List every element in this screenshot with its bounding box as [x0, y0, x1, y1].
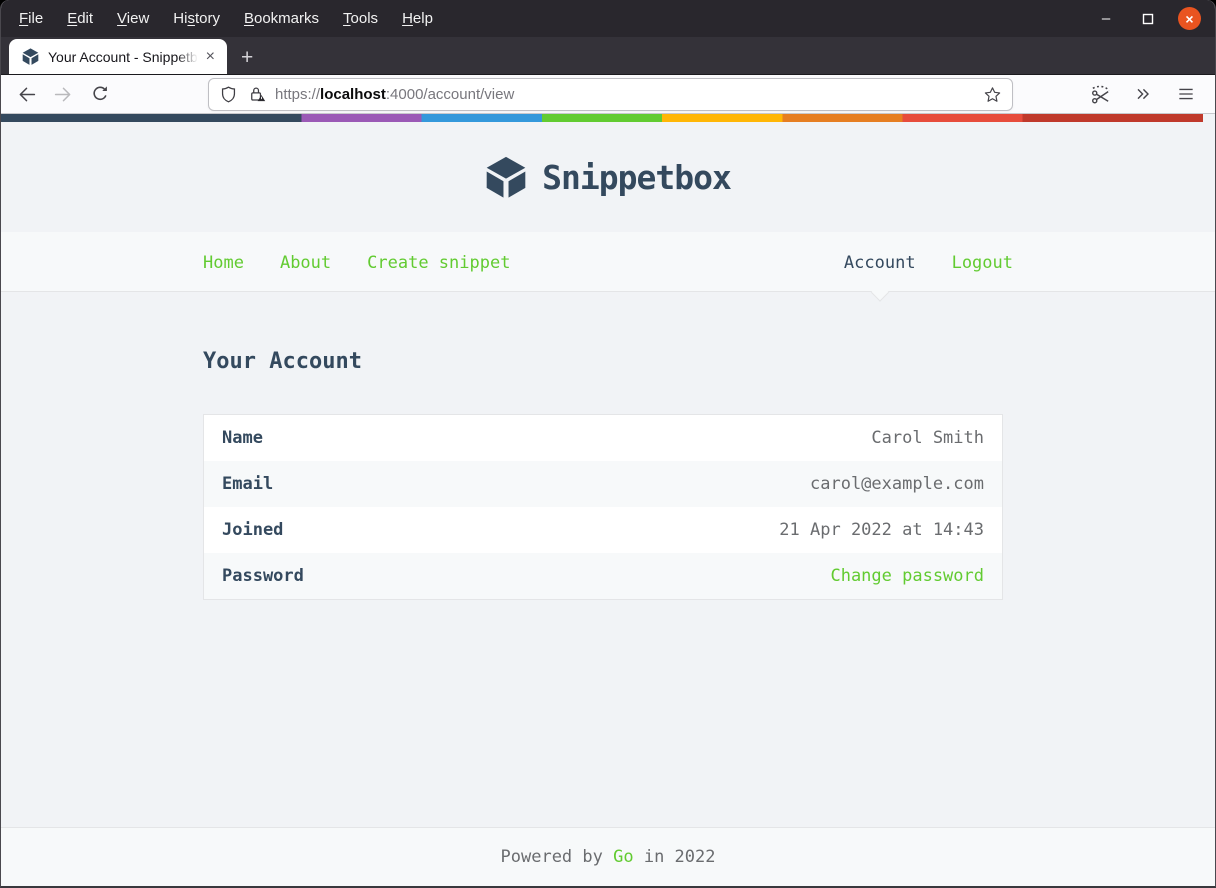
page-title: Your Account — [203, 349, 362, 374]
tab-your-account[interactable]: Your Account - Snippetbox × — [9, 39, 227, 74]
hamburger-menu-icon[interactable] — [1173, 79, 1199, 109]
table-row-name: Name Carol Smith — [204, 415, 1003, 462]
tracking-shield-icon[interactable] — [219, 85, 238, 104]
nav-left: Home About Create snippet — [203, 253, 546, 273]
forward-button[interactable] — [48, 79, 78, 109]
change-password-link[interactable]: Change password — [830, 566, 984, 586]
url-bar[interactable]: https://localhost:4000/account/view — [208, 77, 1013, 111]
overflow-chevron-icon[interactable] — [1130, 79, 1156, 109]
menu-tools[interactable]: Tools — [331, 6, 390, 31]
padlock-warning-icon[interactable] — [247, 85, 266, 104]
url-host: localhost — [320, 85, 386, 103]
nav-create-snippet-link[interactable]: Create snippet — [367, 253, 510, 273]
row-value: 21 Apr 2022 at 14:43 — [779, 520, 984, 540]
row-label: Name — [222, 428, 263, 448]
brand-title[interactable]: Snippetbox — [542, 158, 732, 197]
menubar: File Edit View History Bookmarks Tools H… — [1, 0, 1215, 37]
back-button[interactable] — [11, 79, 41, 109]
maximize-button[interactable] — [1136, 7, 1160, 31]
site-nav: Home About Create snippet Account Logout — [1, 232, 1215, 302]
nav-account-link[interactable]: Account — [844, 253, 916, 302]
menu-file[interactable]: File — [7, 6, 55, 31]
nav-right: Account Logout — [808, 253, 1013, 302]
nav-about-link[interactable]: About — [280, 253, 331, 273]
footer-text-prefix: Powered by — [500, 847, 614, 867]
tab-bar: Your Account - Snippetbox × + — [1, 37, 1215, 75]
main-content: Your Account Name Carol Smith Email caro… — [1, 292, 1215, 827]
browser-window: File Edit View History Bookmarks Tools H… — [0, 0, 1216, 888]
snippetbox-favicon-icon — [22, 48, 39, 65]
new-tab-button[interactable]: + — [241, 47, 253, 68]
nav-home-link[interactable]: Home — [203, 253, 244, 273]
row-label: Password — [222, 566, 304, 586]
reload-button[interactable] — [85, 79, 115, 109]
table-row-email: Email carol@example.com — [203, 461, 1003, 507]
minimize-button[interactable]: – — [1094, 7, 1118, 31]
snippetbox-logo-icon[interactable] — [485, 155, 527, 199]
row-label: Email — [222, 474, 274, 494]
menu-edit[interactable]: Edit — [55, 6, 105, 31]
footer-go-link[interactable]: Go — [613, 847, 633, 867]
window-maximize-icon — [1142, 13, 1154, 24]
url-path: :4000/account/view — [385, 85, 515, 103]
tab-title-fade — [177, 43, 203, 69]
footer-text-suffix: in 2022 — [633, 847, 716, 867]
navigation-toolbar: https://localhost:4000/account/view — [1, 75, 1215, 114]
row-value: carol@example.com — [810, 474, 984, 494]
menu-bookmarks[interactable]: Bookmarks — [232, 6, 331, 31]
url-text[interactable]: https://localhost:4000/account/view — [275, 86, 974, 103]
nav-logout-link[interactable]: Logout — [952, 253, 1013, 273]
table-row-joined: Joined 21 Apr 2022 at 14:43 — [204, 507, 1003, 553]
table-row-password: Password Change password — [203, 553, 1003, 600]
bookmark-star-icon[interactable] — [983, 85, 1002, 104]
menu-history[interactable]: History — [161, 6, 232, 31]
account-table: Name Carol Smith Email carol@example.com… — [203, 414, 1003, 600]
page-content: Snippetbox Home About Create snippet Acc… — [1, 114, 1215, 886]
menu-help[interactable]: Help — [390, 6, 445, 31]
tab-close-icon[interactable]: × — [202, 47, 219, 67]
row-label: Joined — [222, 520, 284, 540]
window-controls: – × — [1094, 7, 1209, 31]
close-button[interactable]: × — [1178, 7, 1201, 30]
screenshot-scissors-icon[interactable] — [1087, 79, 1113, 109]
header-color-stripe — [1, 114, 1203, 122]
site-header: Snippetbox — [1, 122, 1215, 232]
url-scheme: https:// — [275, 85, 321, 103]
row-value: Carol Smith — [871, 428, 984, 448]
menu-view[interactable]: View — [105, 6, 161, 31]
site-footer: Powered by Go in 2022 — [1, 827, 1215, 886]
toolbar-right-icons — [1087, 79, 1205, 109]
